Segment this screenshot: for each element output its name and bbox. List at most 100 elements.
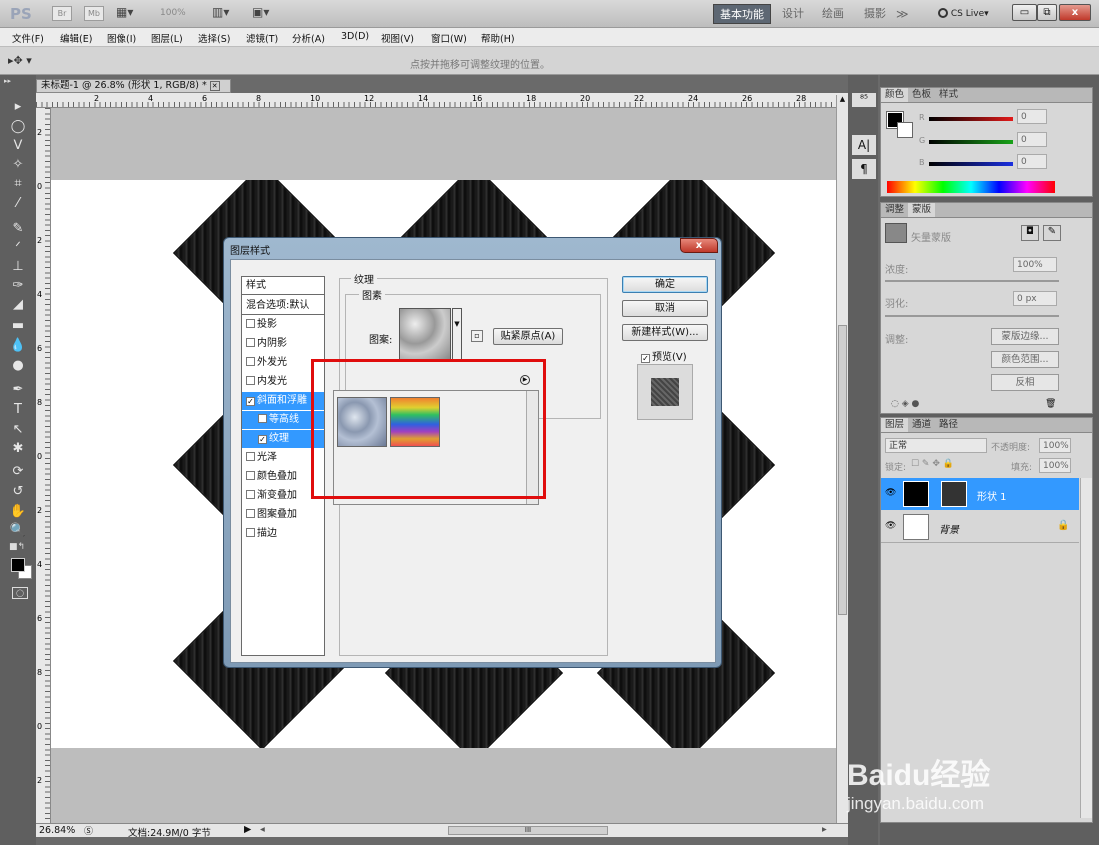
cs-live-menu[interactable]: CS Live▾ (938, 8, 989, 19)
preview-checkbox[interactable]: ✓ 预览(V) (641, 348, 687, 363)
add-vector-mask-icon[interactable]: ✎ (1043, 225, 1061, 241)
hand-tool-icon[interactable]: ✋ (9, 503, 27, 520)
lock-icons[interactable]: ☐ ✎ ✥ 🔒 (911, 459, 954, 469)
scroll-left-icon[interactable]: ◂ (260, 824, 265, 835)
screen-mode-icon[interactable]: ▣▾ (252, 5, 269, 19)
channel-b-slider[interactable] (929, 162, 1013, 166)
document-vertical-scrollbar[interactable]: ▲ (836, 95, 848, 823)
layer-row-shape[interactable]: 👁 形状 1 (881, 478, 1079, 510)
more-workspaces[interactable]: ≫ (896, 7, 909, 21)
status-menu-arrow-icon[interactable]: ▶ (244, 824, 251, 835)
checkbox[interactable] (246, 376, 255, 385)
menu-view[interactable]: 视图(V) (381, 31, 414, 45)
style-item-pattern-overlay[interactable]: 图案叠加 (242, 506, 324, 524)
checkbox[interactable] (246, 357, 255, 366)
horizontal-scroll-thumb[interactable]: III (448, 826, 608, 835)
style-item-drop-shadow[interactable]: 投影 (242, 316, 324, 334)
channel-r-value[interactable]: 0 (1017, 109, 1047, 124)
tab-swatches[interactable]: 色板 (908, 88, 935, 102)
paragraph-panel-icon[interactable]: ¶ (852, 159, 876, 179)
character-panel-icon[interactable]: A| (852, 135, 876, 155)
styles-header[interactable]: 样式 (242, 277, 324, 295)
zoom-level-menu[interactable]: 100% (160, 8, 186, 18)
layer-row-background[interactable]: 👁 背景 🔒 (881, 511, 1079, 543)
blend-mode-select[interactable]: 正常 (885, 438, 987, 453)
history-panel-icon[interactable]: ⁸⁵ (852, 93, 876, 107)
pattern-dropdown-arrow-icon[interactable]: ▼ (452, 308, 462, 360)
channel-b-value[interactable]: 0 (1017, 154, 1047, 169)
dodge-tool-icon[interactable]: ● (9, 357, 27, 374)
style-item-stroke[interactable]: 描边 (242, 525, 324, 543)
color-range-button[interactable]: 颜色范围... (991, 351, 1059, 368)
workspace-essentials[interactable]: 基本功能 (713, 4, 771, 24)
channel-g-slider[interactable] (929, 140, 1013, 144)
delete-mask-icon[interactable]: 🗑 (1045, 399, 1056, 409)
layer-name[interactable]: 形状 1 (977, 488, 1007, 503)
invert-button[interactable]: 反相 (991, 374, 1059, 391)
bridge-button[interactable]: Br (52, 6, 72, 21)
checkbox[interactable] (246, 319, 255, 328)
checkbox[interactable] (246, 528, 255, 537)
menu-window[interactable]: 窗口(W) (431, 31, 467, 45)
workspace-painting[interactable]: 绘画 (816, 4, 850, 24)
path-select-tool-icon[interactable]: ↖ (9, 421, 27, 438)
close-tab-icon[interactable]: ✕ (209, 81, 220, 91)
checkbox-checked[interactable]: ✓ (246, 397, 255, 406)
checkbox-checked[interactable]: ✓ (641, 354, 650, 363)
shape-tool-icon[interactable]: ✱ (9, 440, 27, 457)
style-item-inner-shadow[interactable]: 内阴影 (242, 335, 324, 353)
menu-analysis[interactable]: 分析(A) (292, 31, 325, 45)
document-tab[interactable]: 未标题-1 @ 26.8% (形状 1, RGB/8) * ✕ (36, 79, 231, 93)
history-brush-tool-icon[interactable]: ✑ (9, 277, 27, 294)
visibility-eye-icon[interactable]: 👁 (885, 521, 896, 531)
tab-channels[interactable]: 通道 (908, 418, 935, 432)
menu-image[interactable]: 图像(I) (107, 31, 136, 45)
menu-edit[interactable]: 编辑(E) (60, 31, 92, 45)
status-icon[interactable]: Ⓢ (84, 824, 93, 837)
zoom-value[interactable]: 26.84% (39, 825, 75, 836)
pen-tool-icon[interactable]: ✒ (9, 381, 27, 398)
view-extras-icon[interactable]: ▦▾ (116, 5, 140, 21)
gradient-tool-icon[interactable]: ▬ (9, 317, 27, 334)
mask-panel-footer-icons[interactable]: ◌ ◈ ● (891, 399, 919, 409)
layers-scrollbar[interactable] (1080, 478, 1092, 818)
feather-slider[interactable] (885, 315, 1059, 317)
density-slider[interactable] (885, 280, 1059, 282)
opacity-value[interactable]: 100% (1039, 438, 1071, 453)
new-preset-icon[interactable]: ▫ (471, 330, 483, 342)
type-tool-icon[interactable]: T (9, 401, 27, 418)
marquee-tool-icon[interactable]: ◯ (9, 118, 27, 135)
menu-layer[interactable]: 图层(L) (151, 31, 183, 45)
workspace-design[interactable]: 设计 (776, 4, 810, 24)
color-spectrum-ramp[interactable] (887, 181, 1055, 193)
mini-bridge-button[interactable]: Mb (84, 6, 104, 21)
workspace-photography[interactable]: 摄影 (858, 4, 892, 24)
checkbox[interactable] (246, 490, 255, 499)
scroll-thumb[interactable] (838, 325, 847, 615)
dialog-close-button[interactable]: x (680, 238, 718, 253)
move-tool-preset-icon[interactable]: ▸✥ ▾ (8, 54, 32, 67)
checkbox[interactable] (258, 414, 267, 423)
3d-rotate-tool-icon[interactable]: ⟳ (9, 463, 27, 480)
density-value[interactable]: 100% (1013, 257, 1057, 272)
snap-to-origin-button[interactable]: 贴紧原点(A) (493, 328, 563, 345)
tab-masks[interactable]: 蒙版 (908, 203, 936, 217)
healing-tool-icon[interactable]: ✎ (9, 220, 27, 237)
fill-value[interactable]: 100% (1039, 458, 1071, 473)
tab-layers[interactable]: 图层 (881, 418, 909, 432)
quick-mask-icon[interactable]: ◯ (12, 587, 28, 599)
default-colors-icon[interactable]: ■↰ (9, 542, 25, 552)
tab-styles[interactable]: 样式 (935, 88, 962, 102)
zoom-tool-icon[interactable]: 🔍 (9, 522, 27, 539)
lasso-tool-icon[interactable]: ᐯ (9, 137, 27, 154)
mask-edge-button[interactable]: 蒙版边缘... (991, 328, 1059, 345)
cancel-button[interactable]: 取消 (622, 300, 708, 317)
tab-adjustments[interactable]: 调整 (881, 203, 908, 217)
menu-filter[interactable]: 滤镜(T) (246, 31, 278, 45)
menu-select[interactable]: 选择(S) (198, 31, 230, 45)
restore-button[interactable]: ⧉ (1037, 4, 1057, 21)
checkbox[interactable] (246, 509, 255, 518)
foreground-color-swatch[interactable] (11, 558, 25, 572)
3d-orbit-tool-icon[interactable]: ↺ (9, 483, 27, 500)
new-style-button[interactable]: 新建样式(W)... (622, 324, 708, 341)
